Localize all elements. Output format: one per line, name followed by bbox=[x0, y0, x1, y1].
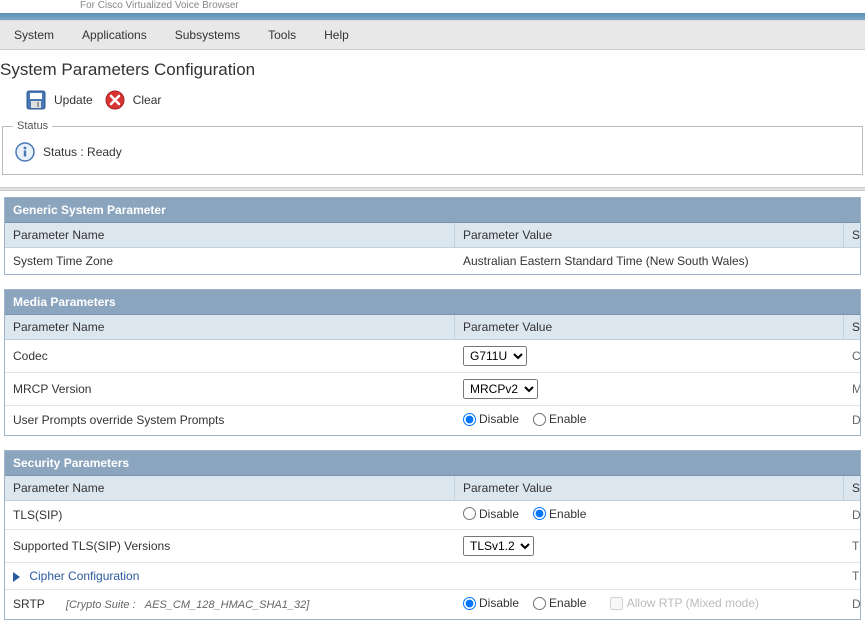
header-gradient-bar bbox=[0, 13, 865, 21]
col-parameter-value: Parameter Value bbox=[455, 315, 844, 339]
param-name-mrcp: MRCP Version bbox=[5, 376, 455, 402]
column-header-row: Parameter Name Parameter Value S bbox=[5, 476, 860, 501]
cipher-configuration-link[interactable]: Cipher Configuration bbox=[29, 569, 139, 583]
menu-subsystems[interactable]: Subsystems bbox=[161, 25, 254, 45]
user-prompts-enable-radio[interactable]: Enable bbox=[533, 412, 586, 426]
generic-section-header: Generic System Parameter bbox=[5, 198, 860, 223]
param-ext: D bbox=[844, 591, 860, 617]
update-button[interactable]: Update bbox=[24, 88, 93, 112]
param-name-user-prompts: User Prompts override System Prompts bbox=[5, 407, 455, 433]
update-label: Update bbox=[54, 93, 93, 107]
menu-tools[interactable]: Tools bbox=[254, 25, 310, 45]
status-text: Status : Ready bbox=[43, 145, 122, 159]
srtp-disable-radio[interactable]: Disable bbox=[463, 596, 519, 610]
param-ext: T bbox=[844, 563, 860, 589]
param-name-srtp: SRTP bbox=[13, 597, 45, 611]
save-icon bbox=[24, 88, 48, 112]
srtp-enable-radio[interactable]: Enable bbox=[533, 596, 586, 610]
param-name-codec: Codec bbox=[5, 343, 455, 369]
status-legend: Status bbox=[13, 120, 52, 132]
col-ext: S bbox=[844, 315, 860, 339]
codec-select[interactable]: G711U bbox=[463, 346, 527, 366]
mrcp-select[interactable]: MRCPv2 bbox=[463, 379, 538, 399]
app-subtitle: For Cisco Virtualized Voice Browser bbox=[0, 0, 865, 13]
col-ext: S bbox=[844, 476, 860, 500]
generic-system-parameter-section: Generic System Parameter Parameter Name … bbox=[4, 197, 861, 275]
param-ext: M bbox=[844, 376, 860, 402]
security-section-header: Security Parameters bbox=[5, 451, 860, 476]
column-header-row: Parameter Name Parameter Value S bbox=[5, 223, 860, 248]
table-row: Codec G711U C bbox=[5, 340, 860, 373]
clear-button[interactable]: Clear bbox=[103, 88, 162, 112]
table-row: User Prompts override System Prompts Dis… bbox=[5, 406, 860, 435]
tls-sip-disable-radio[interactable]: Disable bbox=[463, 507, 519, 521]
param-name-tls-versions: Supported TLS(SIP) Versions bbox=[5, 533, 455, 559]
table-row: SRTP [Crypto Suite : AES_CM_128_HMAC_SHA… bbox=[5, 590, 860, 619]
allow-rtp-checkbox: Allow RTP (Mixed mode) bbox=[610, 596, 759, 610]
user-prompts-disable-radio[interactable]: Disable bbox=[463, 412, 519, 426]
menu-applications[interactable]: Applications bbox=[68, 25, 161, 45]
table-row: Cipher Configuration T bbox=[5, 563, 860, 590]
toolbar: Update Clear bbox=[0, 88, 865, 120]
param-ext: D bbox=[844, 502, 860, 528]
col-parameter-name: Parameter Name bbox=[5, 223, 455, 247]
menu-help[interactable]: Help bbox=[310, 25, 363, 45]
col-parameter-value: Parameter Value bbox=[455, 223, 844, 247]
security-parameters-section: Security Parameters Parameter Name Param… bbox=[4, 450, 861, 620]
tls-version-select[interactable]: TLSv1.2 bbox=[463, 536, 534, 556]
menu-system[interactable]: System bbox=[0, 25, 68, 45]
table-row: TLS(SIP) Disable Enable D bbox=[5, 501, 860, 531]
table-row: MRCP Version MRCPv2 M bbox=[5, 373, 860, 406]
column-header-row: Parameter Name Parameter Value S bbox=[5, 315, 860, 340]
clear-label: Clear bbox=[133, 93, 162, 107]
table-row: Supported TLS(SIP) Versions TLSv1.2 T bbox=[5, 530, 860, 563]
param-ext: C bbox=[844, 343, 860, 369]
col-ext: S bbox=[844, 223, 860, 247]
param-name-tls-sip: TLS(SIP) bbox=[5, 502, 455, 528]
col-parameter-name: Parameter Name bbox=[5, 315, 455, 339]
page-title: System Parameters Configuration bbox=[0, 50, 865, 88]
crypto-suite-note: [Crypto Suite : AES_CM_128_HMAC_SHA1_32] bbox=[66, 599, 309, 611]
table-row: System Time Zone Australian Eastern Stan… bbox=[5, 248, 860, 274]
info-icon bbox=[13, 140, 37, 164]
col-parameter-value: Parameter Value bbox=[455, 476, 844, 500]
param-ext: T bbox=[844, 533, 860, 559]
status-fieldset: Status Status : Ready bbox=[2, 120, 863, 175]
media-parameters-section: Media Parameters Parameter Name Paramete… bbox=[4, 289, 861, 436]
param-name-timezone: System Time Zone bbox=[5, 248, 455, 274]
param-ext: D bbox=[844, 407, 860, 433]
col-parameter-name: Parameter Name bbox=[5, 476, 455, 500]
section-divider bbox=[0, 187, 865, 191]
media-section-header: Media Parameters bbox=[5, 290, 860, 315]
menubar: System Applications Subsystems Tools Hel… bbox=[0, 21, 865, 50]
expand-icon[interactable] bbox=[13, 572, 20, 582]
clear-icon bbox=[103, 88, 127, 112]
tls-sip-enable-radio[interactable]: Enable bbox=[533, 507, 586, 521]
param-ext bbox=[844, 255, 860, 267]
param-value-timezone: Australian Eastern Standard Time (New So… bbox=[455, 248, 844, 274]
